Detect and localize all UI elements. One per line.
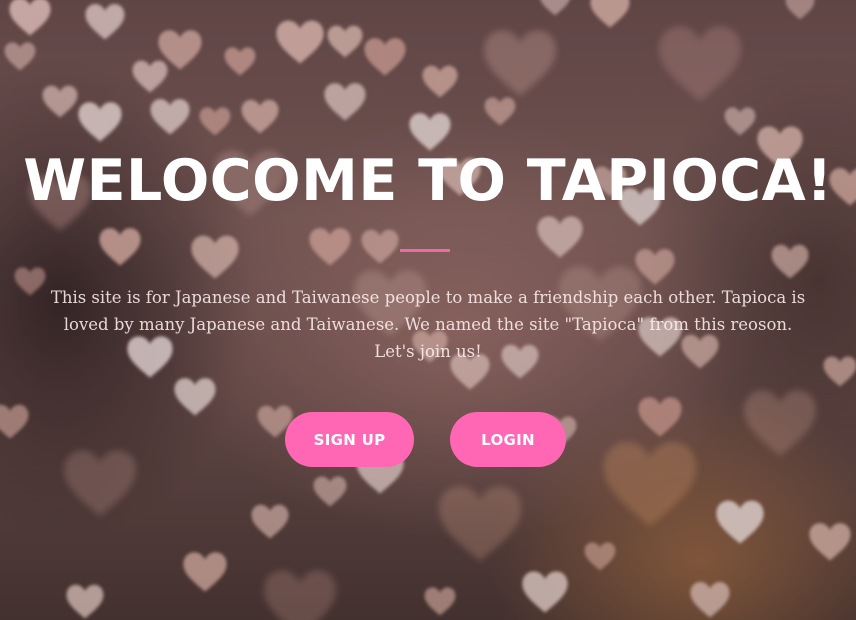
hero-section: WELOCOME TO TAPIOCA! This site is for Ja… — [0, 0, 856, 620]
page-title: WELOCOME TO TAPIOCA! — [23, 148, 833, 214]
site-description: This site is for Japanese and Taiwanese … — [50, 288, 806, 361]
sign-up-button[interactable]: SIGN UP — [285, 412, 414, 467]
title-divider — [400, 249, 450, 252]
login-button[interactable]: LOGIN — [450, 412, 566, 467]
